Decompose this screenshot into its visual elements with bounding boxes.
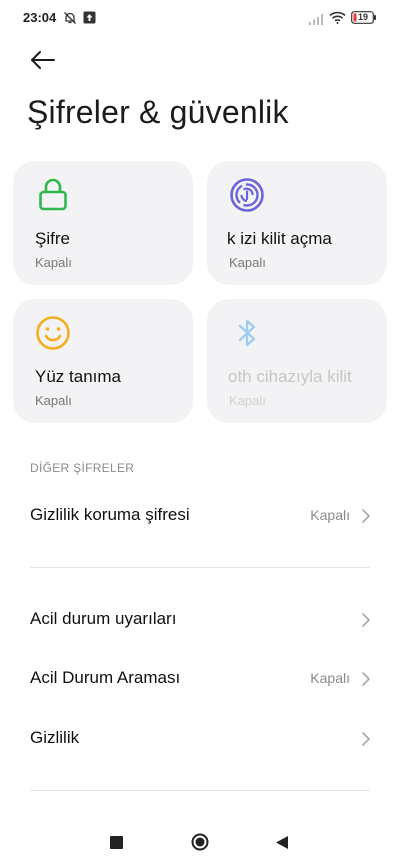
face-unlock-card[interactable]: Yüz tanıma Kapalı <box>13 299 193 423</box>
lock-icon <box>35 177 71 213</box>
row-label: Gizlilik <box>30 728 80 747</box>
row-label: Acil durum uyarıları <box>30 609 177 628</box>
battery-icon: 19 <box>351 11 377 29</box>
arrow-left-icon <box>31 51 55 69</box>
status-bar: 23:04 19 <box>0 0 400 36</box>
bluetooth-unlock-card-status: Kapalı <box>229 393 266 408</box>
notifications-muted-icon <box>63 11 77 30</box>
divider <box>30 790 370 791</box>
wifi-icon <box>329 11 346 29</box>
back-button[interactable] <box>28 46 60 74</box>
password-card[interactable]: Şifre Kapalı <box>13 161 193 285</box>
recents-square-icon[interactable] <box>110 836 123 849</box>
row-value: Kapalı <box>310 670 350 686</box>
chevron-right-icon <box>362 509 370 523</box>
password-card-title: Şifre <box>35 229 70 248</box>
privacy-protection-password-row[interactable]: Gizlilik koruma şifresi Kapalı <box>0 490 400 542</box>
face-unlock-card-status: Kapalı <box>35 393 72 408</box>
fingerprint-card[interactable]: k izi kilit açma Kapalı <box>207 161 387 285</box>
bluetooth-unlock-card: oth cihazıyla kilit Kapalı <box>207 299 387 423</box>
smiley-face-icon <box>35 315 71 351</box>
emergency-call-row[interactable]: Acil Durum Araması Kapalı <box>0 653 400 705</box>
home-circle-icon[interactable] <box>191 833 209 851</box>
emergency-alerts-row[interactable]: Acil durum uyarıları <box>0 594 400 646</box>
row-label: Acil Durum Araması <box>30 668 181 687</box>
battery-level: 19 <box>358 12 369 22</box>
signal-icon <box>309 12 325 30</box>
row-label: Gizlilik koruma şifresi <box>30 505 190 524</box>
page-title: Şifreler & güvenlik <box>27 94 289 130</box>
bluetooth-unlock-card-title: oth cihazıyla kilit <box>228 367 352 386</box>
navigation-bar <box>0 818 400 866</box>
row-value: Kapalı <box>310 507 350 523</box>
section-header-other-passwords: DİĞER ŞİFRELER <box>30 461 135 475</box>
chevron-right-icon <box>362 732 370 746</box>
back-triangle-icon[interactable] <box>275 835 289 850</box>
face-unlock-card-title: Yüz tanıma <box>35 367 121 386</box>
chevron-right-icon <box>362 672 370 686</box>
chevron-right-icon <box>362 613 370 627</box>
fingerprint-icon <box>229 177 265 213</box>
bluetooth-icon <box>229 315 265 351</box>
upload-icon <box>83 11 96 29</box>
fingerprint-card-status: Kapalı <box>229 255 266 270</box>
divider <box>30 567 370 568</box>
privacy-row[interactable]: Gizlilik <box>0 713 400 765</box>
status-time: 23:04 <box>23 10 57 25</box>
fingerprint-card-title: k izi kilit açma <box>227 229 332 248</box>
password-card-status: Kapalı <box>35 255 72 270</box>
